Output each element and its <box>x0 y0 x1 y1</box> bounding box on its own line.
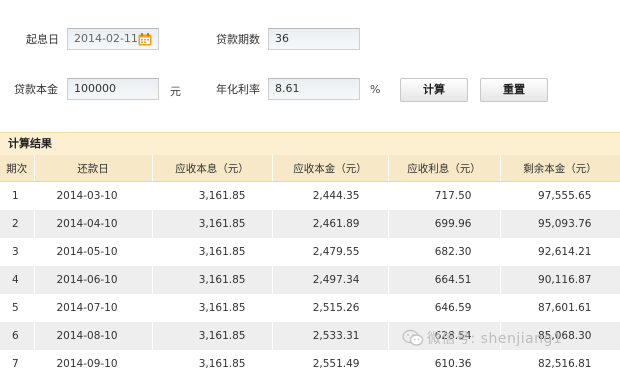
table-row: 52014-07-103,161.852,515.26646.5987,601.… <box>0 294 620 322</box>
term-input[interactable]: 36 <box>268 28 360 50</box>
table-header-row: 期次 还款日 应收本息（元） 应收本金（元） 应收利息（元） 剩余本金（元） <box>0 155 620 182</box>
cell-remaining-principal: 90,116.87 <box>500 266 620 294</box>
cell-period: 5 <box>0 294 34 322</box>
cell-repay-date: 2014-06-10 <box>34 266 152 294</box>
column-header-interest-due: 应收利息（元） <box>388 155 500 182</box>
cell-repay-date: 2014-07-10 <box>34 294 152 322</box>
cell-repay-date: 2014-08-10 <box>34 322 152 350</box>
cell-interest-due: 699.96 <box>388 210 500 238</box>
cell-period: 6 <box>0 322 34 350</box>
cell-interest-due: 682.30 <box>388 238 500 266</box>
column-header-total-due: 应收本息（元） <box>152 155 272 182</box>
cell-principal-due: 2,444.35 <box>272 182 388 211</box>
table-row: 12014-03-103,161.852,444.35717.5097,555.… <box>0 182 620 211</box>
cell-remaining-principal: 82,516.81 <box>500 350 620 378</box>
cell-repay-date: 2014-05-10 <box>34 238 152 266</box>
calendar-icon[interactable] <box>138 33 152 46</box>
reset-button[interactable]: 重置 <box>480 78 548 102</box>
cell-interest-due: 717.50 <box>388 182 500 211</box>
table-row: 72014-09-103,161.852,551.49610.3682,516.… <box>0 350 620 378</box>
cell-total-due: 3,161.85 <box>152 182 272 211</box>
calculate-button[interactable]: 计算 <box>400 78 468 102</box>
cell-principal-due: 2,533.31 <box>272 322 388 350</box>
cell-remaining-principal: 95,093.76 <box>500 210 620 238</box>
cell-interest-due: 610.36 <box>388 350 500 378</box>
cell-principal-due: 2,551.49 <box>272 350 388 378</box>
principal-input[interactable]: 100000 <box>67 78 159 100</box>
table-row: 22014-04-103,161.852,461.89699.9695,093.… <box>0 210 620 238</box>
cell-total-due: 3,161.85 <box>152 350 272 378</box>
cell-period: 2 <box>0 210 34 238</box>
cell-total-due: 3,161.85 <box>152 266 272 294</box>
watermark-text: 微信号: shenjiang1 <box>427 331 562 347</box>
cell-principal-due: 2,497.34 <box>272 266 388 294</box>
cell-principal-due: 2,479.55 <box>272 238 388 266</box>
results-title: 计算结果 <box>0 132 620 155</box>
cell-remaining-principal: 87,601.61 <box>500 294 620 322</box>
term-label: 贷款期数 <box>216 33 260 47</box>
wechat-logo-icon <box>402 329 424 347</box>
cell-total-due: 3,161.85 <box>152 238 272 266</box>
cell-repay-date: 2014-04-10 <box>34 210 152 238</box>
cell-repay-date: 2014-03-10 <box>34 182 152 211</box>
cell-interest-due: 664.51 <box>388 266 500 294</box>
column-header-principal-due: 应收本金（元） <box>272 155 388 182</box>
principal-label: 贷款本金 <box>14 83 58 97</box>
cell-period: 4 <box>0 266 34 294</box>
cell-remaining-principal: 92,614.21 <box>500 238 620 266</box>
rate-label: 年化利率 <box>216 83 260 97</box>
table-body: 12014-03-103,161.852,444.35717.5097,555.… <box>0 182 620 378</box>
cell-period: 1 <box>0 182 34 211</box>
column-header-remaining-principal: 剩余本金（元） <box>500 155 620 182</box>
cell-total-due: 3,161.85 <box>152 294 272 322</box>
cell-total-due: 3,161.85 <box>152 210 272 238</box>
principal-unit: 元 <box>170 83 181 99</box>
cell-period: 3 <box>0 238 34 266</box>
cell-interest-due: 646.59 <box>388 294 500 322</box>
cell-principal-due: 2,461.89 <box>272 210 388 238</box>
cell-repay-date: 2014-09-10 <box>34 350 152 378</box>
cell-period: 7 <box>0 350 34 378</box>
cell-principal-due: 2,515.26 <box>272 294 388 322</box>
start-date-label: 起息日 <box>26 33 59 47</box>
cell-total-due: 3,161.85 <box>152 322 272 350</box>
loan-form: 起息日 2014-02-11 贷款期数 36 贷款本金 100000 元 年化利… <box>0 0 620 130</box>
table-row: 32014-05-103,161.852,479.55682.3092,614.… <box>0 238 620 266</box>
watermark: 微信号: shenjiang1 <box>402 328 562 348</box>
rate-input[interactable]: 8.61 <box>268 78 360 100</box>
column-header-repay-date: 还款日 <box>34 155 152 182</box>
column-header-period: 期次 <box>0 155 34 182</box>
rate-unit: % <box>370 83 380 96</box>
table-row: 42014-06-103,161.852,497.34664.5190,116.… <box>0 266 620 294</box>
cell-remaining-principal: 97,555.65 <box>500 182 620 211</box>
